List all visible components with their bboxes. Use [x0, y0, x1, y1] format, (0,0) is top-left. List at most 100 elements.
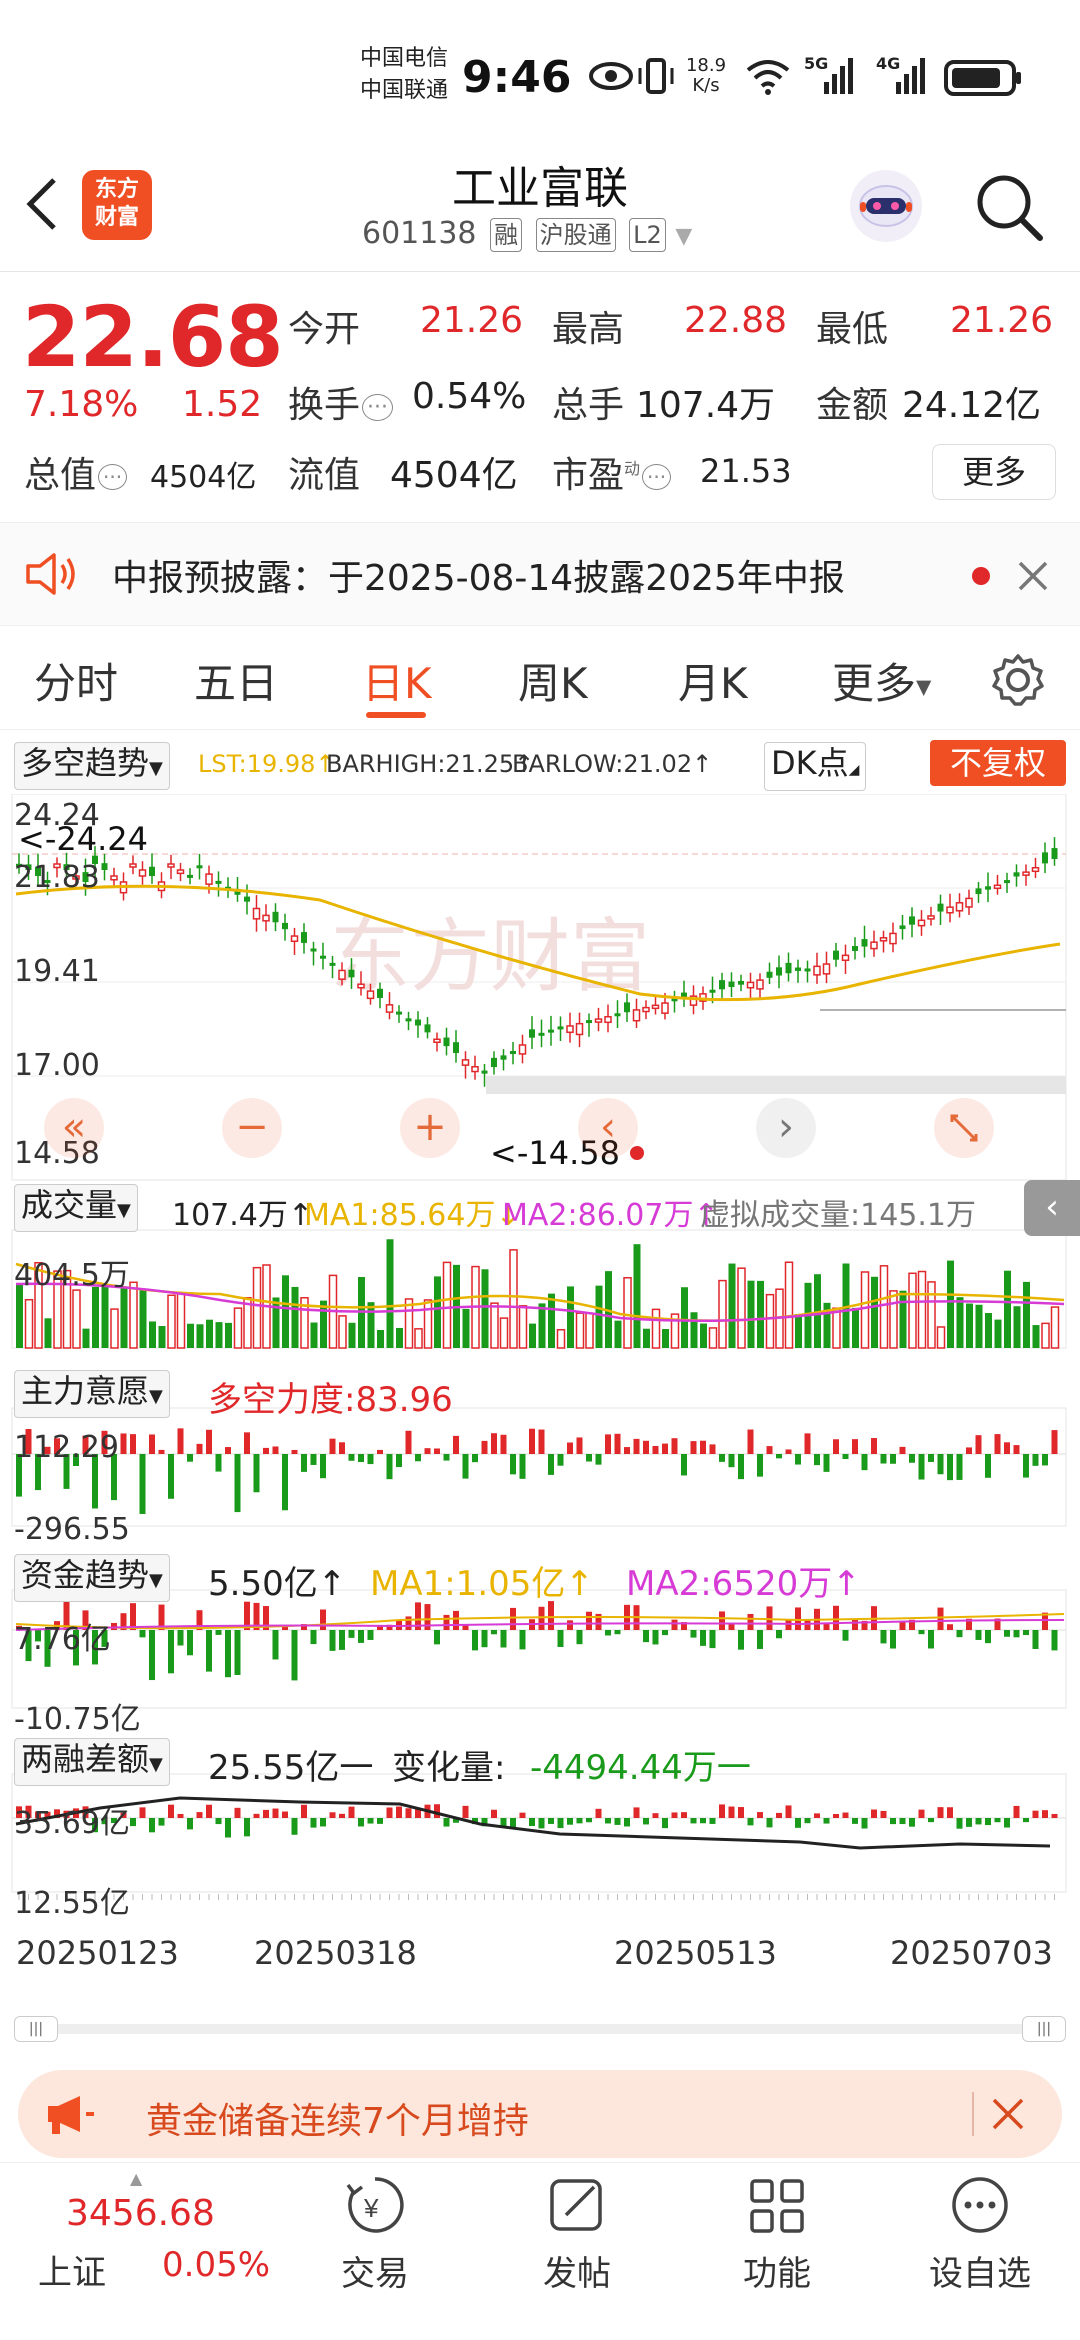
candle-up	[870, 941, 878, 950]
close-icon[interactable]	[1016, 559, 1050, 597]
info-icon[interactable]: ···	[362, 393, 393, 421]
tab-daily-k[interactable]: 日K	[362, 650, 432, 711]
volume-bar-down	[92, 1286, 99, 1348]
candle-up	[841, 954, 850, 962]
index-name[interactable]: 上证	[38, 2245, 106, 2294]
nav-functions[interactable]: 功能	[722, 2173, 832, 2295]
force-bar-up	[158, 1449, 165, 1454]
fund-bar-down	[225, 1630, 231, 1678]
bottom-nav: ▲ 3456.68 上证 0.05% ¥ 交易 发帖 功能 设自选	[0, 2162, 1080, 2340]
nav-trade[interactable]: ¥ 交易	[320, 2173, 430, 2295]
index-value[interactable]: 3456.68	[66, 2193, 215, 2234]
zoom-in-button[interactable]: +	[400, 1098, 460, 1158]
range-handle-right[interactable]: |||	[1022, 2016, 1066, 2042]
adjust-mode-button[interactable]: 不复权	[930, 740, 1066, 786]
force-bar-down	[1023, 1454, 1029, 1478]
candle-down	[776, 967, 782, 976]
tab-intraday[interactable]: 分时	[34, 650, 118, 711]
candle-up	[366, 990, 375, 1000]
settings-gear-icon[interactable]	[990, 652, 1046, 712]
volume-bar-down	[852, 1307, 859, 1348]
force-bar-down	[776, 1454, 782, 1459]
main-force-select[interactable]: 主力意愿▼	[14, 1370, 170, 1418]
candle-up	[756, 979, 764, 990]
tab-five-day[interactable]: 五日	[194, 650, 278, 711]
force-bar-down	[301, 1454, 307, 1472]
candle-down	[481, 1070, 488, 1074]
volume-bar-down	[633, 1244, 641, 1348]
range-handle-left[interactable]: |||	[14, 2016, 58, 2042]
candle-down	[320, 955, 326, 959]
nav-post[interactable]: 发帖	[522, 2173, 632, 2295]
margin-bar-down	[567, 1818, 573, 1825]
volume-bar-down	[206, 1319, 213, 1348]
fund-bar-down	[1023, 1630, 1029, 1636]
candle-down	[529, 1029, 535, 1038]
fund-bar-down	[206, 1630, 212, 1672]
candle-down	[548, 1029, 554, 1033]
candle-up	[262, 914, 270, 922]
banner-close-icon[interactable]	[990, 2096, 1026, 2136]
margin-bar-down	[510, 1818, 516, 1828]
candle-down	[1004, 880, 1010, 884]
force-bar-up	[481, 1440, 488, 1454]
margin-bar-down	[367, 1818, 374, 1824]
speaker-icon	[24, 551, 78, 601]
fund-bar-down	[985, 1630, 991, 1644]
range-scrollbar[interactable]: ||| |||	[14, 2014, 1066, 2042]
notice-bar[interactable]: 中报预披露：于2025-08-14披露2025年中报	[0, 522, 1080, 626]
robot-assistant-icon[interactable]	[846, 166, 926, 250]
force-bar-down	[1042, 1454, 1048, 1466]
margin-select[interactable]: 两融差额▼	[14, 1738, 170, 1786]
force-bar-down	[386, 1454, 393, 1480]
volume-bar-down	[120, 1288, 128, 1348]
tab-monthly-k[interactable]: 月K	[678, 650, 748, 711]
collapse-side-button[interactable]: ‹	[1024, 1180, 1080, 1236]
nav-add-watchlist[interactable]: 设自选	[922, 2173, 1038, 2295]
info-icon[interactable]: ···	[642, 464, 672, 490]
margin-bar-down	[130, 1818, 136, 1827]
force-bar-down	[814, 1454, 820, 1466]
fund-bar-down	[890, 1630, 896, 1649]
volume-bar-up	[490, 1302, 499, 1349]
fund-trend-select[interactable]: 资金趋势▼	[14, 1554, 170, 1602]
index-change[interactable]: 0.05%	[162, 2245, 270, 2285]
trend-indicator-select[interactable]: 多空趋势▼	[14, 742, 170, 790]
news-banner[interactable]: 黄金储备连续7个月增持	[18, 2070, 1062, 2158]
force-bar-up	[424, 1448, 431, 1454]
volume-bar-down	[728, 1263, 736, 1348]
tab-weekly-k[interactable]: 周K	[518, 650, 588, 711]
fullscreen-button[interactable]	[934, 1098, 994, 1158]
dk-point-button[interactable]: DK点◢	[764, 742, 867, 791]
scroll-right-button[interactable]: ›	[756, 1098, 816, 1158]
search-icon[interactable]	[974, 172, 1046, 248]
candle-down	[833, 950, 839, 960]
volume-bar-down	[747, 1280, 755, 1348]
volume-bar-up	[575, 1312, 585, 1349]
force-bar-down	[282, 1454, 288, 1511]
stock-code-line[interactable]: 601138 融 沪股通 L2 ▼	[362, 216, 692, 252]
info-icon[interactable]: ···	[98, 464, 128, 490]
force-bar-down	[310, 1454, 317, 1465]
force-bar-down	[396, 1454, 402, 1468]
volume-indicator-select[interactable]: 成交量▼	[14, 1184, 138, 1232]
margin-bar-up	[253, 1813, 260, 1818]
pe-value: 21.53	[700, 452, 792, 490]
volume-bar-down	[348, 1322, 356, 1348]
volume-bar-up	[651, 1308, 661, 1349]
scroll-left-fast-button[interactable]: «	[44, 1098, 104, 1158]
date-label-2: 20250318	[254, 1934, 417, 1972]
volume-bar-up	[167, 1294, 176, 1349]
float-label: 流值	[288, 455, 361, 496]
zoom-out-button[interactable]: −	[222, 1098, 282, 1158]
force-bar-down	[909, 1454, 915, 1463]
fund-bar-down	[472, 1630, 478, 1651]
more-quote-button[interactable]: 更多	[932, 444, 1056, 500]
scroll-left-button[interactable]: ‹	[578, 1098, 638, 1158]
tab-more[interactable]: 更多▼	[832, 650, 931, 711]
candle-down	[453, 1042, 459, 1054]
candle-up	[889, 932, 897, 945]
fund-bar-down	[187, 1630, 193, 1656]
margin-bar-up	[918, 1809, 925, 1818]
force-bar-up	[272, 1446, 279, 1454]
